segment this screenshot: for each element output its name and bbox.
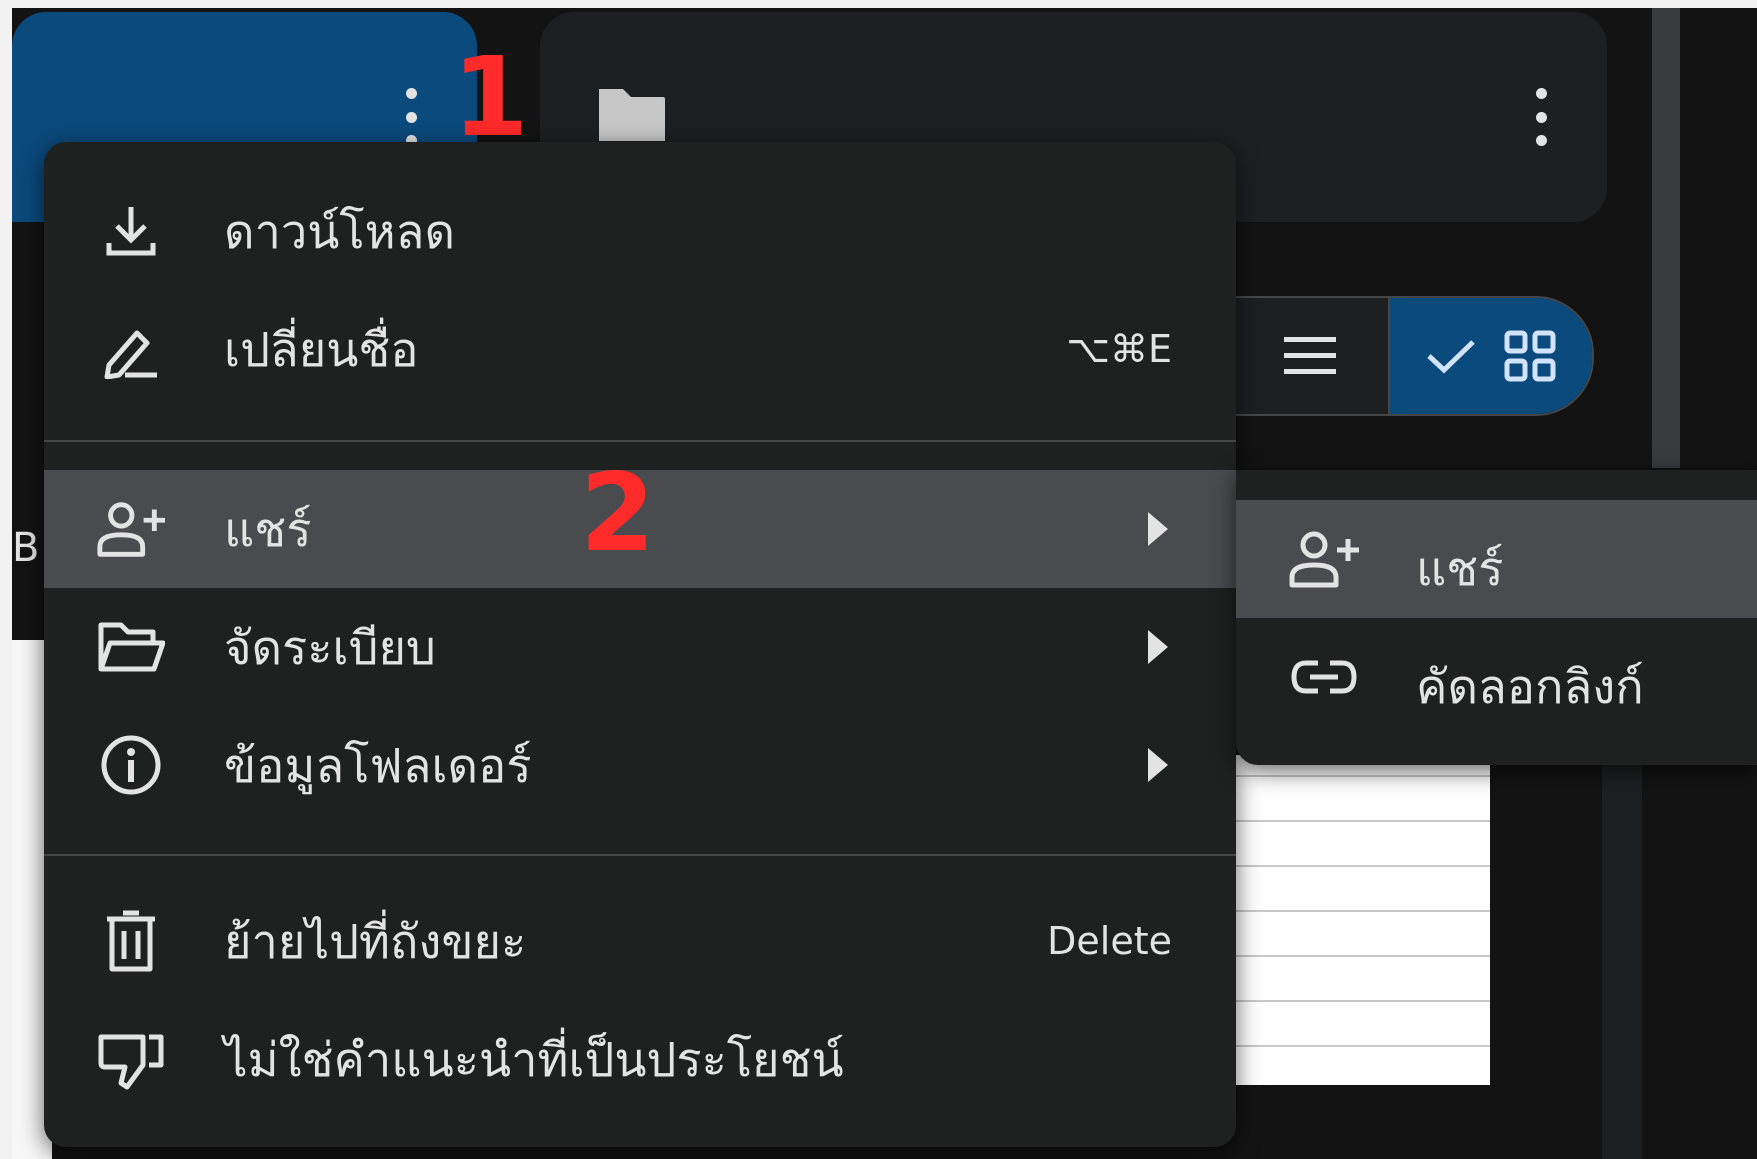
- menu-item-not-helpful[interactable]: ไม่ใช่คำแนะนำที่เป็นประโยชน์: [44, 1000, 1236, 1118]
- download-icon: [96, 196, 166, 266]
- submenu-item-copy-link[interactable]: คัดลอกลิงก์: [1236, 618, 1757, 736]
- check-icon: [1427, 340, 1475, 374]
- menu-item-label: ข้อมูลโฟลเดอร์: [224, 738, 532, 794]
- menu-item-label: ดาวน์โหลด: [224, 204, 455, 260]
- thumbs-down-icon: [96, 1024, 166, 1094]
- share-submenu: แชร์ คัดลอกลิงก์: [1236, 470, 1757, 765]
- menu-item-label: แชร์: [224, 502, 312, 558]
- menu-item-label: จัดระเบียบ: [224, 620, 436, 676]
- menu-item-download[interactable]: ดาวน์โหลด: [44, 172, 1236, 290]
- folder-more-options-icon[interactable]: [1534, 88, 1548, 146]
- partial-file-label: B: [12, 525, 40, 571]
- menu-divider: [44, 440, 1236, 442]
- folder-open-icon: [96, 612, 166, 682]
- list-icon: [1284, 337, 1336, 374]
- scrollbar[interactable]: [1652, 8, 1680, 468]
- submenu-item-share[interactable]: แชร์: [1236, 500, 1757, 618]
- menu-item-label: เปลี่ยนชื่อ: [224, 322, 419, 378]
- link-icon: [1286, 642, 1362, 712]
- info-icon: [96, 730, 166, 800]
- more-options-icon[interactable]: [404, 88, 418, 146]
- grid-view-button[interactable]: [1390, 298, 1592, 414]
- document-thumbnail: [1225, 755, 1490, 1085]
- menu-item-label: ไม่ใช่คำแนะนำที่เป็นประโยชน์: [224, 1032, 844, 1088]
- person-add-icon: [96, 494, 166, 564]
- annotation-marker-1: 1: [452, 33, 529, 161]
- shortcut-hint: ⌥⌘E: [1066, 327, 1172, 371]
- menu-divider: [44, 854, 1236, 856]
- chevron-right-icon: [1148, 748, 1168, 782]
- trash-icon: [96, 906, 166, 976]
- person-add-icon: [1286, 524, 1362, 594]
- grid-icon: [1504, 330, 1556, 382]
- submenu-item-label: คัดลอกลิงก์: [1416, 660, 1644, 715]
- submenu-item-label: แชร์: [1416, 542, 1504, 597]
- chevron-right-icon: [1148, 512, 1168, 546]
- folder-icon: [595, 85, 667, 147]
- chevron-right-icon: [1148, 630, 1168, 664]
- menu-item-organize[interactable]: จัดระเบียบ: [44, 588, 1236, 706]
- rename-icon: [96, 314, 166, 384]
- menu-item-move-to-trash[interactable]: ย้ายไปที่ถังขยะ Delete: [44, 882, 1236, 1000]
- menu-item-folder-info[interactable]: ข้อมูลโฟลเดอร์: [44, 706, 1236, 824]
- menu-item-label: ย้ายไปที่ถังขยะ: [224, 914, 527, 970]
- menu-item-rename[interactable]: เปลี่ยนชื่อ ⌥⌘E: [44, 290, 1236, 408]
- side-column: [1602, 760, 1642, 1159]
- context-menu: ดาวน์โหลด เปลี่ยนชื่อ ⌥⌘E แชร์ จัดระเบีย…: [44, 142, 1236, 1147]
- shortcut-hint: Delete: [1047, 919, 1172, 963]
- annotation-marker-2: 2: [580, 451, 656, 576]
